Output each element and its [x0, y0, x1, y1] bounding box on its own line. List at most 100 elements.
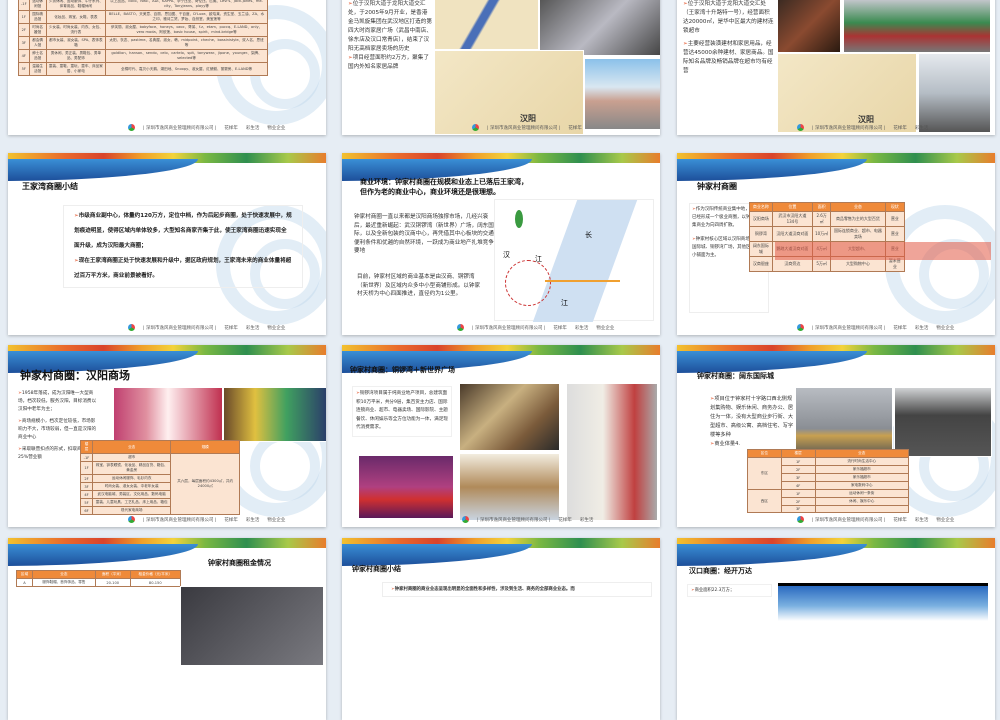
slide-footer: | 深圳市逸风商业管理顾问有限公司 | 花样年 彩生活 物业企业 [797, 516, 954, 523]
zone-table: 区位 楼层 业态 东区 1F 流行时尚生活中心 2F 家乐福超市 3F 家乐福超市 4F 家电数码中心… [747, 449, 909, 513]
table-cell: 汉阳大道汉商对面 [771, 226, 814, 242]
table-header: 业态 [814, 449, 909, 458]
table-cell: 1F [780, 457, 816, 466]
table-row: 3F 都会情人馆 都市女装、淑女装、SPA、表饰表箱 太阳、衣恋、pastime、名典… [18, 36, 268, 50]
slide-thumbnail-12[interactable]: 汉口商圈：经开万达 ➢商业面积22.3万方； [677, 538, 995, 720]
table-header: 业态 [31, 570, 96, 579]
slide-footer: | 深圳市逸风商业管理顾问有限公司 | 花样年 [472, 124, 582, 131]
company-logo-icon [797, 324, 804, 331]
company-logo-icon [128, 324, 135, 331]
table-cell: 4F [80, 490, 93, 499]
footer-brand: 物业企业 [267, 125, 286, 131]
table-cell: 服饰鞋帽、首饰饰品、零售 [31, 578, 96, 587]
footer-company: | 深圳市逸风商业管理顾问有限公司 | [812, 125, 886, 131]
table-cell: 伊芙丽、淑女屋、babyface、honeys、ozoc、哥弟、f.z、etam… [105, 23, 268, 37]
rent-table: 区域 业态 面积（平米） 租金价格（元/平米） A 服饰鞋帽、首饰饰品、零售 20-100 8… [16, 570, 182, 587]
map-image: 汉阳 [434, 50, 584, 135]
company-logo-icon [128, 516, 135, 523]
table-row: 西区 1F 运动休闲一条街 [747, 489, 909, 513]
slide-text: ➢位于汉阳大道于龙阳大道交汇处，于2005年9月开业，是香港金马凯旋集团在武汉地… [348, 1, 432, 70]
footer-brand: 物业企业 [596, 325, 615, 331]
slide-footer: | 深圳市逸风商业管理顾问有限公司 | 花样年 彩生活 物业企业 [128, 324, 285, 331]
bullet: 现在王家湾商圈正处于快速发展和升级中，据区政府规划，王家湾未来的商业体量将超过百… [74, 258, 292, 279]
table-row: 2F 时尚名媛馆 少女装、时尚女装、内衣、女包、流行表 伊芙丽、淑女屋、babyfac… [18, 23, 268, 37]
footer-company: | 深圳市逸风商业管理顾问有限公司 | [812, 325, 886, 331]
table-header: 楼层 [80, 440, 93, 454]
table-cell: 2F [18, 23, 30, 37]
table-header: 业态 [91, 440, 172, 454]
slide-text: ➢钟家村商圈的商业业态呈现出明显的全面性和多样性，涉及到生活、商务的全部商业业态… [382, 582, 652, 597]
table-row: 汉阳商场 武汉市汉阳大道134号 2.6万㎡ 商品零售为主的大型百货 营业 [749, 211, 906, 227]
table-cell: 2.6万㎡ [811, 211, 832, 227]
footer-brand: 花样年 [224, 517, 238, 523]
slide-footer: | 深圳市逸风商业管理顾问有限公司 | 花样年 彩生活 物业企业 [457, 324, 614, 331]
slide-title: 王家湾商圈小结 [22, 182, 78, 191]
table-header: 规模 [170, 440, 240, 454]
table-cell: 童装、儿童玩具、工艺礼品、床上用品、箱包 [91, 498, 172, 507]
slide-title: 钟家村商圈租金情况 [208, 559, 271, 567]
slide-thumbnail-1[interactable]: -1F 运动休闲馆 少男休闲、运动服饰、牛仔系列、体育用品、鞋帽休闲 以上品品、coc… [8, 0, 326, 135]
company-logo-icon [797, 516, 804, 523]
footer-brand: 彩生活 [914, 325, 929, 331]
table-cell: 家电数码中心 [814, 481, 909, 490]
map-label: 江 [561, 299, 568, 307]
mall-interior-photo [113, 387, 223, 442]
slide-text: ➢商业面积22.3万方； [687, 584, 772, 597]
map-label: 江 [535, 255, 542, 263]
slide-thumbnail-4[interactable]: 王家湾商圈小结 ➢市级商业副中心，体量约120万方，定位中档，作为后起步商圈，处… [8, 153, 326, 335]
slide-thumbnail-7[interactable]: 钟家村商圈：汉阳商场 ➢1958年落成，成为汉阳唯一大型商场，档次较低，服务汉阳… [8, 345, 326, 527]
highlight-bar [775, 242, 991, 260]
table-cell: 3F [80, 482, 93, 491]
footer-brand: 花样年 [893, 325, 907, 331]
table-row: 5F 温馨生活馆 童装、童鞋、童玩、童车、床品家居、小家电 全棉时代、嘉贝小天鹅、湖田… [18, 62, 268, 76]
table-cell: 1F [80, 461, 93, 475]
footer-company: | 深圳市逸风商业管理顾问有限公司 | [477, 517, 551, 523]
table-row: 4F 绅士名品馆 男休闲、男正装、男鞋包、男单品、男配饰 goldlion、hanso… [18, 49, 268, 63]
slide-title: 钟家村商圈：汉阳商场 [20, 369, 130, 382]
table-cell: 2F [780, 465, 816, 474]
footer-brand: 彩生活 [579, 517, 594, 523]
table-row: 铜锣湾 汉阳大道汉商对面 10万㎡ 国际连锁商业、超市、电器卖场 营业 [749, 226, 906, 242]
table-cell: 流行时尚生活中心 [814, 457, 909, 466]
slide-thumbnail-6[interactable]: 钟家村商圈 ➢作为汉阳传统商业集中地，钟家村已经形成一个极业商圈，以钟家村密集商… [677, 153, 995, 335]
store-photo [843, 0, 991, 53]
table-cell: 休闲、娱乐中心 [814, 497, 909, 506]
bullet: 项目位于钟家村十字路口西北侧规划集购物、娱乐休闲、商务办公、居住为一体，没有大型… [710, 396, 794, 438]
table-row: 1F 国际精品馆 化妆品、珠宝、女鞋、表表 BELLE、BASTO、天美意、百丽、思加… [18, 10, 268, 24]
table-cell: 武汉市汉阳大道134号 [771, 211, 814, 227]
table-cell: 武汉电脑城、男装区、文化用品、数码电脑 [91, 490, 172, 499]
footer-brand: 物业企业 [267, 517, 286, 523]
table-cell: 超市 [91, 453, 172, 462]
table-cell: 都会情人馆 [28, 36, 47, 50]
slide-thumbnail-5[interactable]: 商业环境：钟家村商圈在规模和业态上已落后王家湾， 但作为老的商业中心，商业环境还是… [342, 153, 660, 335]
slide-thumbnail-3[interactable]: ➢位于汉阳大道于龙阳大道交汇处（王家湾十升路特一号），经营面积达20000㎡，是… [677, 0, 995, 135]
slide-thumbnail-2[interactable]: ➢位于汉阳大道于龙阳大道交汇处，于2005年9月开业，是香港金马凯旋集团在武汉地… [342, 0, 660, 135]
table-cell: 5F [80, 498, 93, 507]
table-cell: 阔东国际城 [749, 241, 773, 257]
slide-thumbnail-11[interactable]: 钟家村商圈小结 ➢钟家村商圈的商业业态呈现出明显的全面性和多样性，涉及到生活、商… [342, 538, 660, 720]
table-cell: 童装、童鞋、童玩、童车、床品家居、小家电 [45, 62, 107, 76]
bullet: 项目经营面积约2万方，聚集了国内外知名家居品牌 [348, 55, 429, 70]
table-cell: 男休闲、男正装、男鞋包、男单品、男配饰 [45, 49, 107, 63]
table-row: A 服饰鞋帽、首饰饰品、零售 20-100 80-150 [16, 578, 182, 587]
bullet: 主要经营装潢建材和家居用品，经营达45000余种建材、家居商品。国际知名品牌及畅… [683, 41, 774, 74]
slide-thumbnail-10[interactable]: 钟家村商圈租金情况 区域 业态 面积（平米） 租金价格（元/平米） A 服饰鞋帽、首饰饰品… [8, 538, 326, 720]
showroom-photo [918, 53, 991, 133]
table-cell: 3F [18, 36, 30, 50]
footer-brand: 花样年 [553, 325, 567, 331]
table-row: -1F 超市 共六层，每层面积约4300㎡，共约24000㎡ [80, 453, 240, 515]
table-cell: 3F [780, 473, 816, 482]
table-cell: 国际精品馆 [28, 10, 47, 24]
footer-brand: 彩生活 [245, 325, 260, 331]
slide-footer: | 深圳市逸风商业管理顾问有限公司 | 花样年 彩生活 [462, 516, 593, 523]
table-cell: -1F [80, 453, 93, 462]
map-label: 长 [585, 231, 592, 239]
slide-thumbnail-8[interactable]: 钟家村商圈：铜锣湾＋新世界广场 ➢铜锣湾项目属于纯商业地产项目，总建筑面积10万… [342, 345, 660, 527]
footer-brand: 物业企业 [936, 325, 955, 331]
table-header: 区位 [747, 449, 782, 458]
slide-footer: | 深圳市逸风商业管理顾问有限公司 | 花样年 彩生活 [797, 124, 928, 131]
slide-title: 商业环境：钟家村商圈在规模和业态上已落后王家湾， 但作为老的商业中心，商业环境还是… [360, 177, 528, 197]
slide-thumbnail-9[interactable]: 钟家村商圈：阔东国际城 ➢项目位于钟家村十字路口西北侧规划集购物、娱乐休闲、商务… [677, 345, 995, 527]
table-cell: 温馨生活馆 [28, 62, 47, 76]
slide-footer: | 深圳市逸风商业管理顾问有限公司 | 花样年 彩生活 物业企业 [128, 516, 285, 523]
